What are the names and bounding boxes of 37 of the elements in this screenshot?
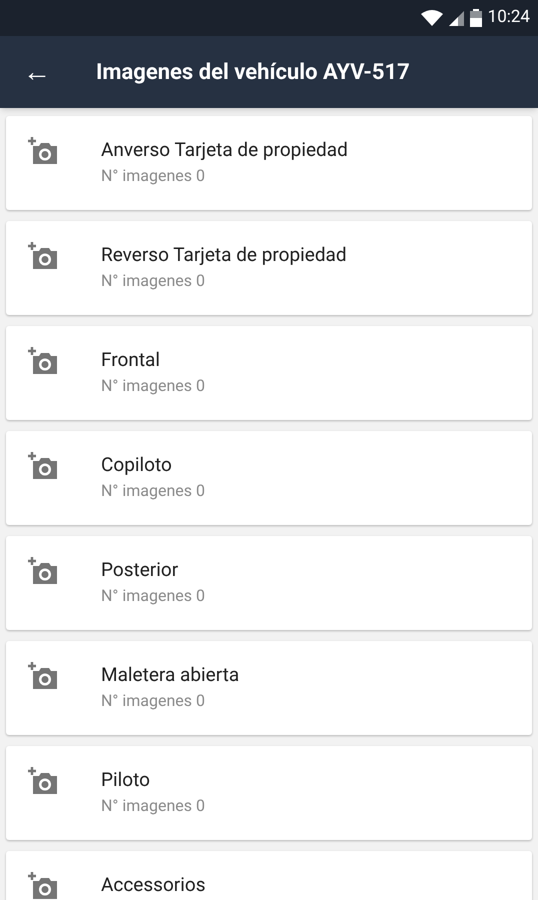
list-card[interactable]: Reverso Tarjeta de propiedad N° imagenes 0 (6, 221, 532, 315)
item-title: Posterior (101, 558, 180, 582)
list-card[interactable]: Accessorios (6, 851, 532, 900)
battery-icon (470, 9, 482, 27)
image-count: N° imagenes 0 (101, 376, 205, 396)
item-title: Frontal (101, 348, 162, 372)
list-card[interactable]: Maletera abierta N° imagenes 0 (6, 641, 532, 735)
image-count: N° imagenes 0 (101, 796, 205, 816)
list-card[interactable]: Copiloto N° imagenes 0 (6, 431, 532, 525)
list-card[interactable]: Anverso Tarjeta de propiedad N° imagenes 0 (6, 116, 532, 210)
item-title: Reverso Tarjeta de propiedad (101, 243, 347, 267)
add-photo-icon (27, 871, 59, 900)
status-time: 10:24 (488, 6, 530, 30)
add-photo-icon (27, 451, 59, 481)
add-photo-icon (27, 241, 59, 271)
image-count: N° imagenes 0 (101, 691, 206, 711)
list-card[interactable]: Piloto N° imagenes 0 (6, 746, 532, 840)
image-count: N° imagenes 0 (101, 586, 205, 606)
add-photo-icon (27, 136, 59, 166)
list-card[interactable]: Frontal N° imagenes 0 (6, 326, 532, 420)
item-title: Piloto (101, 768, 151, 792)
add-photo-icon (27, 346, 59, 376)
image-count: N° imagenes 0 (101, 166, 206, 186)
add-photo-icon (27, 766, 59, 796)
image-count: N° imagenes 0 (101, 481, 205, 501)
wifi-icon (420, 10, 443, 26)
list-card[interactable]: Posterior N° imagenes 0 (6, 536, 532, 630)
item-title: Maletera abierta (101, 663, 240, 687)
item-title: Copiloto (101, 453, 173, 477)
image-count: N° imagenes 0 (101, 271, 206, 291)
item-title: Accessorios (101, 873, 206, 897)
item-title: Anverso Tarjeta de propiedad (101, 138, 348, 162)
add-photo-icon (27, 661, 59, 691)
back-button[interactable]: ← (0, 36, 74, 108)
app-bar-title: Imagenes del vehículo AYV-517 (96, 58, 410, 86)
signal-icon (448, 10, 464, 26)
add-photo-icon (27, 556, 59, 586)
